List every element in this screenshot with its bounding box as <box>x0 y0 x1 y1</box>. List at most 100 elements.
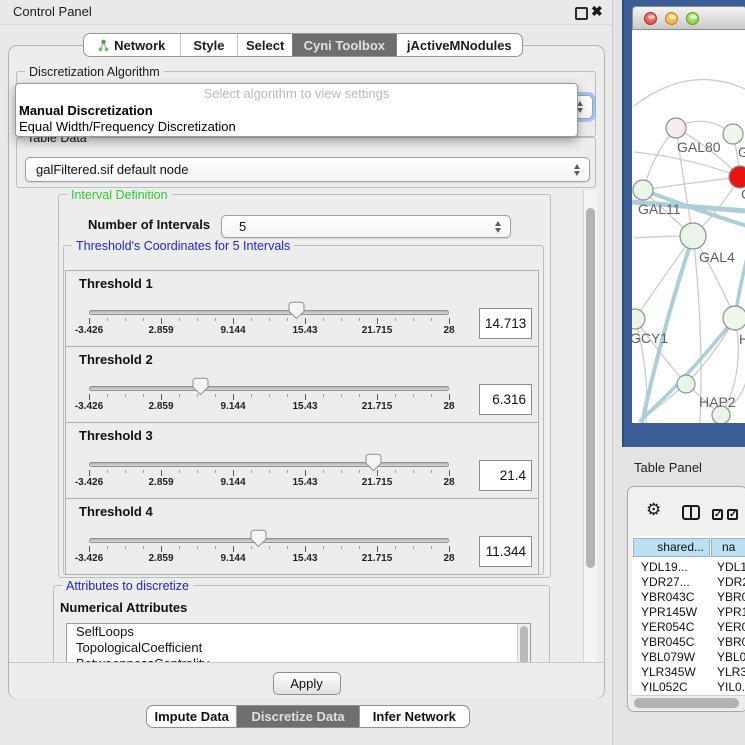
shared-name-cell: YDL19... <box>641 560 688 575</box>
network-node[interactable] <box>723 124 743 144</box>
attributes-group: Attributes to discretize Numerical Attri… <box>53 585 550 662</box>
tab-label: Cyni Toolbox <box>304 38 385 53</box>
table-row[interactable]: YIL052CYIL0... <box>633 680 745 695</box>
apply-button[interactable]: Apply <box>273 672 341 695</box>
threshold-value-input[interactable] <box>479 536 532 567</box>
table-row[interactable]: YLR345WYLR3... <box>633 665 745 680</box>
bottom-tab-discretize-data[interactable]: Discretize Data <box>237 706 359 727</box>
table-data-combobox[interactable]: galFiltered.sif default node <box>25 157 590 182</box>
algorithm-dropdown-popup: Select algorithm to view settings Manual… <box>15 83 578 137</box>
table-row[interactable]: YDL19...YDL1... <box>633 560 745 575</box>
table-horizontal-scrollbar[interactable] <box>630 695 745 710</box>
network-node[interactable] <box>729 166 745 188</box>
threshold-label: Threshold 4 <box>79 504 153 519</box>
attribute-items: SelfLoopsTopologicalCoefficientBetweenne… <box>67 624 530 662</box>
slider-thumb[interactable] <box>250 529 267 548</box>
threshold-label: Threshold 3 <box>79 428 153 443</box>
network-node[interactable] <box>723 306 745 330</box>
slider-thumb[interactable] <box>288 301 305 320</box>
tab-label: Select <box>246 38 284 53</box>
slider-ticks <box>89 470 449 477</box>
threshold-value-input[interactable] <box>479 460 532 491</box>
settings-vertical-scrollbar[interactable] <box>583 190 597 662</box>
tab-cyni-toolbox[interactable]: Cyni Toolbox <box>292 34 397 56</box>
gear-icon[interactable]: ⚙ <box>646 501 661 518</box>
table-row[interactable]: YBR045CYBR0... <box>633 635 745 650</box>
zoom-traffic-light-icon[interactable] <box>686 12 699 25</box>
shared-name-cell: YBR043C <box>641 590 694 605</box>
threshold-label: Threshold 2 <box>79 352 153 367</box>
control-panel-titlebar: Control Panel ✖ <box>0 0 612 25</box>
network-node[interactable] <box>632 309 645 329</box>
table-row[interactable]: YPR145WYPR1... <box>633 605 745 620</box>
tab-label: Network <box>114 38 165 53</box>
dropdown-option-equal-width-frequency[interactable]: Equal Width/Frequency Discretization <box>19 119 236 134</box>
slider-track[interactable] <box>89 310 449 315</box>
select-columns-icon[interactable]: ✓ <box>727 509 738 520</box>
table-row[interactable]: YDR27...YDR2... <box>633 575 745 590</box>
network-node[interactable] <box>633 180 653 200</box>
shared-name-cell: YBL079W <box>641 650 695 665</box>
close-icon[interactable]: ✖ <box>591 3 603 20</box>
numerical-attributes-list[interactable]: SelfLoopsTopologicalCoefficientBetweenne… <box>66 623 531 662</box>
attributes-scrollbar[interactable] <box>517 624 530 662</box>
network-node[interactable] <box>666 118 686 138</box>
table-data-value: galFiltered.sif default node <box>36 158 188 181</box>
column-header-name[interactable]: na <box>711 538 745 557</box>
network-window-titlebar[interactable] <box>632 6 745 30</box>
slider-track[interactable] <box>89 462 449 467</box>
algorithm-group-title: Discretization Algorithm <box>25 65 164 79</box>
name-cell: YBL0... <box>717 650 745 665</box>
threshold-panel-2: Threshold 2 -3.4262.8599.14415.4321.71528 <box>65 346 539 423</box>
scrollbar-thumb[interactable] <box>586 208 595 568</box>
table-row[interactable]: YER054CYER0... <box>633 620 745 635</box>
name-cell: YIL0... <box>717 680 745 695</box>
scrollbar-thumb[interactable] <box>634 698 739 708</box>
network-icon <box>98 39 109 52</box>
network-canvas[interactable]: GAL80GACGAL11GAL4GCY1HHAP2 <box>632 30 745 423</box>
tab-select[interactable]: Select <box>238 34 292 56</box>
tab-style[interactable]: Style <box>181 34 239 56</box>
slider-tick-labels: -3.4262.8599.14415.4321.71528 <box>89 401 449 413</box>
network-node[interactable] <box>677 375 695 393</box>
number-of-intervals-combobox[interactable]: 5 <box>221 215 511 238</box>
attribute-item-topologicalcoefficient[interactable]: TopologicalCoefficient <box>67 640 530 656</box>
shared-name-cell: YER054C <box>641 620 694 635</box>
tab-jactivemnodules[interactable]: jActiveMNodules <box>397 34 522 56</box>
slider-thumb[interactable] <box>192 377 209 396</box>
table-row[interactable]: YBL079W YBL0... <box>633 650 745 665</box>
close-traffic-light-icon[interactable] <box>644 12 657 25</box>
slider-thumb[interactable] <box>365 453 382 472</box>
threshold-value-input[interactable] <box>479 384 532 415</box>
slider-tick-labels: -3.4262.8599.14415.4321.71528 <box>89 477 449 489</box>
threshold-panel-1: Threshold 1-3.4262.8599.14415.4321.71528 <box>65 270 539 347</box>
network-node[interactable] <box>680 223 706 249</box>
network-edge <box>635 236 693 319</box>
slider-ticks <box>89 546 449 553</box>
scrollbar-thumb[interactable] <box>520 626 528 662</box>
number-of-intervals-value: 5 <box>239 216 246 237</box>
split-columns-icon[interactable] <box>682 505 700 520</box>
bottom-tab-infer-network[interactable]: Infer Network <box>360 706 469 727</box>
threshold-value-input[interactable] <box>479 308 532 339</box>
name-cell: YDR2... <box>717 575 745 590</box>
minimize-traffic-light-icon[interactable] <box>665 12 678 25</box>
dropdown-option-manual-discretization[interactable]: Manual Discretization <box>19 103 153 118</box>
table-row[interactable]: YBR043CYBR0... <box>633 590 745 605</box>
network-edge <box>643 177 740 190</box>
thresholds-group-title: Threshold's Coordinates for 5 Intervals <box>72 239 294 253</box>
bottom-tab-impute-data[interactable]: Impute Data <box>147 706 237 727</box>
slider-track[interactable] <box>89 386 449 391</box>
attributes-group-title: Attributes to discretize <box>62 579 193 593</box>
threshold-panel-4: Threshold 4-3.4262.8599.14415.4321.71528 <box>65 498 539 575</box>
select-columns-icon[interactable]: ✓ <box>712 509 723 520</box>
control-panel-title: Control Panel <box>13 0 92 24</box>
interval-definition-group: Interval Definition Number of Intervals … <box>58 194 551 578</box>
float-window-icon[interactable] <box>575 7 588 20</box>
slider-track[interactable] <box>89 538 449 543</box>
network-node-label: GAL4 <box>699 249 735 265</box>
column-header-shared-name[interactable]: shared... <box>633 538 710 557</box>
tab-network[interactable]: Network <box>84 34 181 56</box>
network-node-label: H <box>739 331 745 347</box>
attribute-item-selfloops[interactable]: SelfLoops <box>67 624 530 640</box>
